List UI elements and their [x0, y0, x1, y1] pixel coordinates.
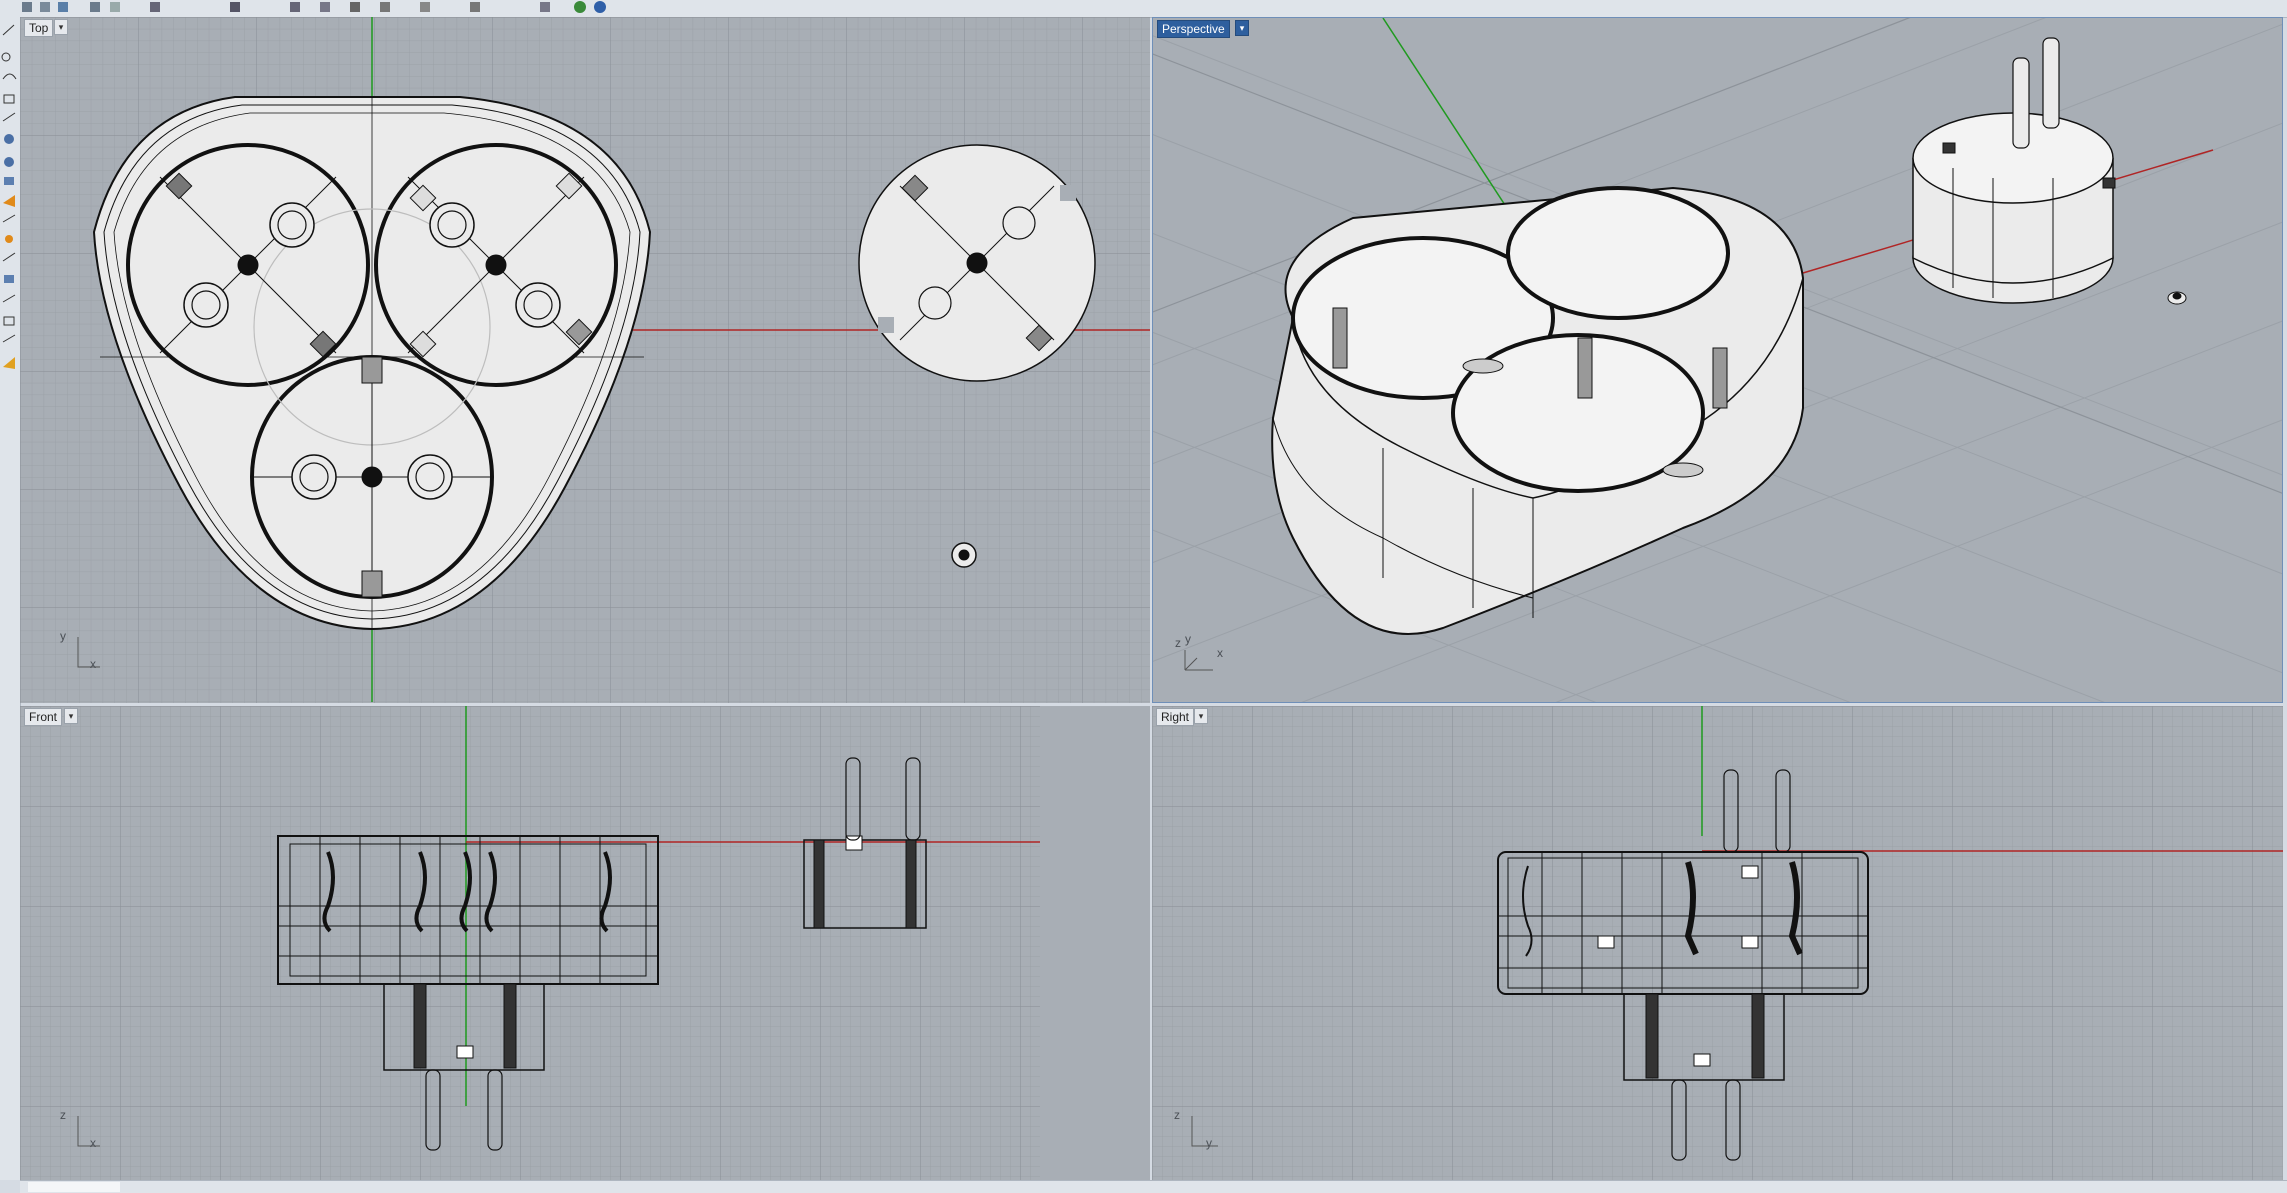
axis-label-x: x: [90, 657, 96, 671]
viewport-front-label[interactable]: Front: [24, 708, 63, 726]
viewport-front[interactable]: Front ▾ z x: [20, 706, 1150, 1180]
screw-top: [951, 542, 977, 568]
axis-label-z: z: [1175, 636, 1181, 650]
viewport-perspective-label[interactable]: Perspective: [1157, 20, 1230, 38]
drawing-toolbar: [0, 17, 21, 1180]
viewport-perspective[interactable]: Perspective ▾ z y x: [1152, 17, 2283, 703]
plug-top: [858, 144, 1096, 382]
axis-label-y: y: [1206, 1136, 1212, 1150]
axis-label-x: x: [1217, 646, 1223, 660]
viewport-top[interactable]: Top ▾ y x: [20, 17, 1150, 703]
viewport-right-grid: [1152, 706, 2283, 1180]
viewport-right[interactable]: Right ▾ z y: [1152, 706, 2283, 1180]
screw-perspective: [2167, 291, 2187, 305]
viewport-top-label[interactable]: Top: [24, 19, 54, 37]
axis-label-z: z: [60, 1108, 66, 1122]
viewport-perspective-grid: [1153, 18, 2282, 702]
drawing-tool-icons[interactable]: [0, 17, 20, 377]
viewport-perspective-menu-arrow[interactable]: ▾: [1235, 20, 1249, 36]
viewport-tab[interactable]: [116, 1182, 248, 1193]
axis-label-x: x: [90, 1136, 96, 1150]
toolbar-icons-strip[interactable]: [0, 0, 620, 17]
viewport-top-menu-arrow[interactable]: ▾: [54, 19, 68, 35]
viewport-front-grid: [20, 706, 1150, 1180]
viewport-right-label[interactable]: Right: [1156, 708, 1195, 726]
viewport-top-grid: [20, 17, 1150, 703]
axis-label-y: y: [1185, 632, 1191, 646]
axis-label-y: y: [60, 629, 66, 643]
viewport-right-menu-arrow[interactable]: ▾: [1194, 708, 1208, 724]
axis-widget-perspective: [1184, 650, 1213, 671]
viewport-tabs-strip: [20, 1180, 2287, 1193]
viewport-tab[interactable]: [28, 1182, 120, 1192]
main-toolbar: [0, 0, 2287, 18]
axis-label-z: z: [1174, 1108, 1180, 1122]
viewport-front-menu-arrow[interactable]: ▾: [64, 708, 78, 724]
